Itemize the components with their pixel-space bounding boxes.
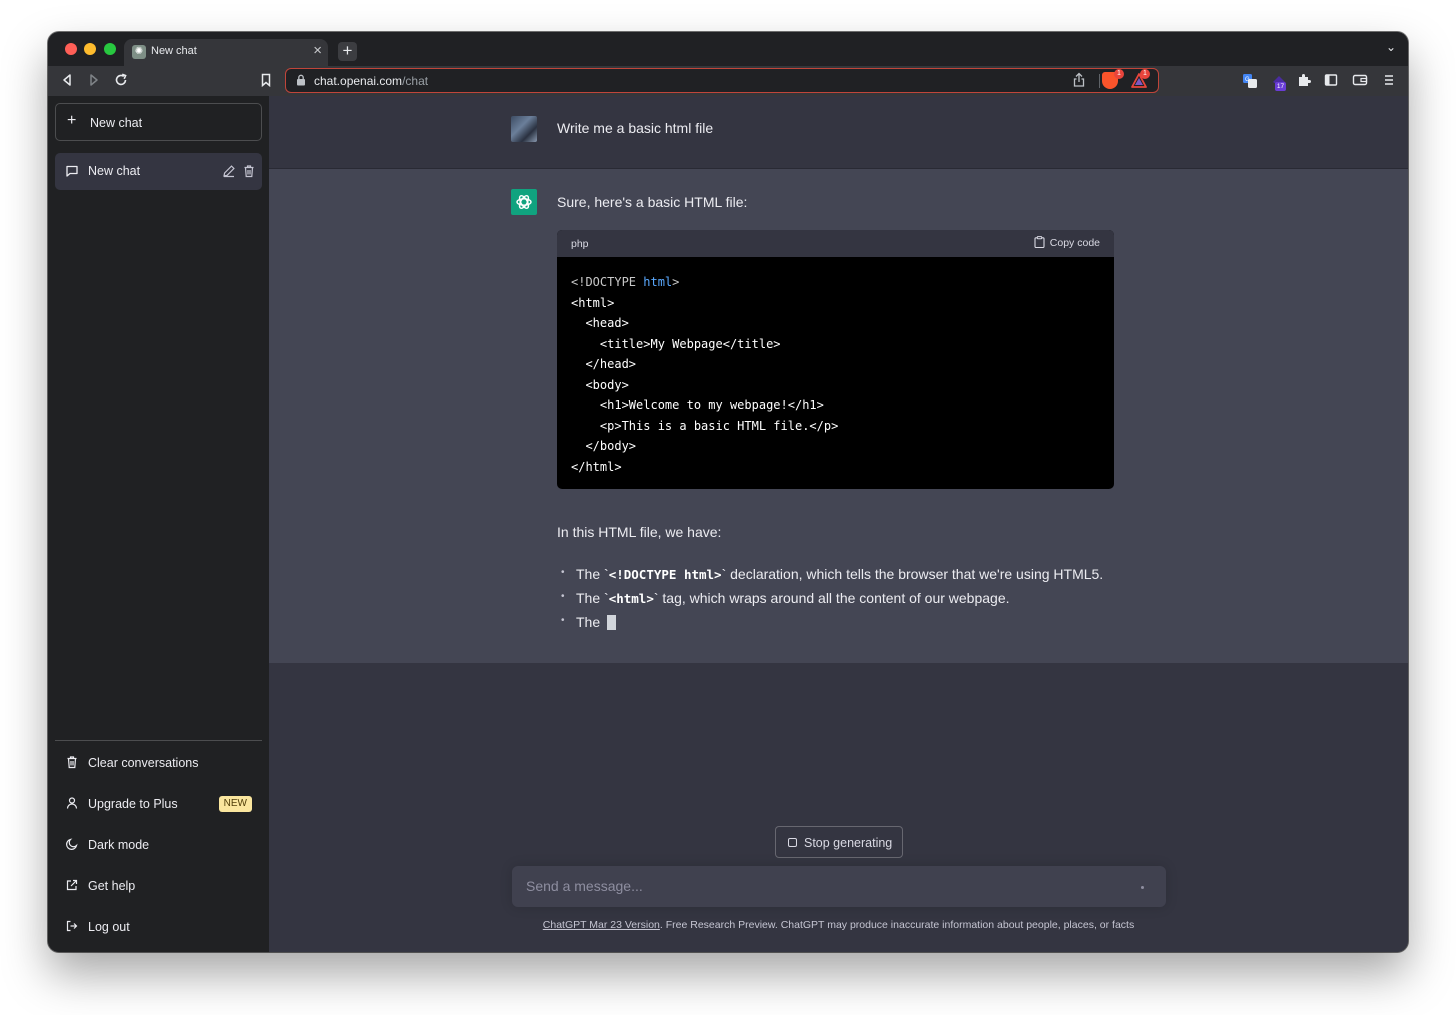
logout-icon [66,920,78,932]
footer-text: . Free Research Preview. ChatGPT may pro… [659,919,1135,931]
translate-extension-icon[interactable]: G [1241,72,1259,90]
get-help-label: Get help [88,879,136,893]
upgrade-to-plus-button[interactable]: Upgrade to Plus NEW [55,786,262,822]
sidebar: + New chat New chat Clear conversations … [48,96,269,952]
bookmark-icon[interactable] [257,72,275,90]
code-line: <!DOCTYPE html> [571,275,680,289]
dark-mode-button[interactable]: Dark mode [55,827,262,863]
code-line: </body> [571,439,637,453]
stop-square-icon [788,838,797,847]
copy-code-button[interactable]: Copy code [1034,236,1100,249]
clipboard-icon [1034,236,1045,249]
browser-toolbar: chat.openai.com/chat 1 1 G 17 [48,66,1408,96]
delete-trash-icon[interactable] [242,164,256,178]
list-item: The `<html>` tag, which wraps around all… [561,585,1103,610]
svg-text:G: G [1245,77,1250,83]
clear-conversations-button[interactable]: Clear conversations [55,745,262,781]
conversation-item[interactable]: New chat [55,153,262,190]
code-block: php Copy code <!DOCTYPE html> <html> <he… [557,230,1114,489]
assistant-message-row: Sure, here's a basic HTML file: php Copy… [269,169,1408,663]
conversation-title: New chat [88,164,141,178]
wallet-icon[interactable] [1351,72,1369,90]
tab-list-chevron-icon[interactable]: ⌄ [1386,40,1396,54]
tab-close-icon[interactable]: × [313,42,322,59]
browser-tab[interactable]: ✺ New chat × [124,39,328,66]
copy-code-label: Copy code [1049,237,1100,249]
list-item: The `<!DOCTYPE html>` declaration, which… [561,561,1103,586]
new-badge: NEW [218,796,252,812]
external-link-icon [66,879,78,891]
sidebar-divider [55,740,262,741]
reload-icon[interactable] [112,72,130,90]
extension-count-badge: 17 [1275,82,1286,91]
code-line: <h1>Welcome to my webpage!</h1> [571,398,824,412]
address-separator [1099,74,1100,88]
lock-icon [297,74,305,86]
extensions-puzzle-icon[interactable] [1295,72,1313,90]
sidebar-toggle-icon[interactable] [1322,72,1340,90]
code-line: </html> [571,459,622,474]
new-tab-button[interactable]: + [338,42,357,61]
close-window-button[interactable] [65,43,77,55]
shield-count-badge: 1 [1114,69,1124,79]
forward-icon[interactable] [85,72,103,90]
minimize-window-button[interactable] [84,43,96,55]
chat-main: Write me a basic html file Sure, here's … [269,96,1408,952]
assistant-intro-text: Sure, here's a basic HTML file: [557,194,748,210]
chat-bubble-icon [66,165,78,177]
dark-mode-label: Dark mode [88,838,150,852]
code-line: <head> [571,316,629,330]
openai-favicon-icon: ✺ [132,45,146,59]
bullet-list: The `<!DOCTYPE html>` declaration, which… [561,561,1103,634]
openai-logo-icon [511,189,537,215]
menu-icon[interactable] [1380,72,1398,90]
tab-strip: ✺ New chat × + ⌄ [48,32,1408,66]
url-text: chat.openai.com/chat [314,74,429,88]
new-chat-label: New chat [90,116,143,130]
edit-pencil-icon[interactable] [222,164,236,178]
trash-icon [67,756,77,769]
code-line: <p>This is a basic HTML file.</p> [571,418,839,433]
user-icon [66,797,78,809]
code-header: php Copy code [557,230,1114,257]
upgrade-to-plus-label: Upgrade to Plus [88,797,178,811]
send-icon[interactable] [1141,886,1144,889]
message-input[interactable] [526,875,1126,897]
code-line: </head> [571,357,637,371]
code-line: <html> [571,295,615,310]
typing-cursor [607,615,617,630]
user-message-row: Write me a basic html file [269,96,1408,169]
address-bar[interactable]: chat.openai.com/chat 1 1 [285,68,1159,93]
code-line: <body> [571,377,629,392]
user-message-text: Write me a basic html file [557,120,714,136]
footer-disclaimer: ChatGPT Mar 23 Version. Free Research Pr… [269,919,1408,931]
browser-window: ✺ New chat × + ⌄ chat.openai.com/chat 1 [48,32,1408,952]
tab-title: New chat [151,45,197,57]
moon-icon [66,838,78,850]
code-content: <!DOCTYPE html> <html> <head> <title>My … [571,272,838,477]
new-chat-button[interactable]: + New chat [55,103,262,141]
user-avatar [511,116,537,142]
share-icon[interactable] [1072,72,1086,88]
stop-generating-label: Stop generating [804,836,893,850]
code-language-label: php [571,238,589,250]
rewards-count-badge: 1 [1140,69,1150,79]
list-item: The [561,609,1103,634]
version-link[interactable]: ChatGPT Mar 23 Version [543,919,660,931]
zoom-window-button[interactable] [104,43,116,55]
plus-icon: + [67,112,77,129]
back-icon[interactable] [58,72,76,90]
log-out-button[interactable]: Log out [55,909,262,945]
code-line: <title>My Webpage</title> [571,336,781,351]
message-composer [512,866,1166,907]
stop-generating-button[interactable]: Stop generating [775,826,903,858]
explanation-text: In this HTML file, we have: [557,524,722,540]
clear-conversations-label: Clear conversations [88,756,199,770]
brave-shield-icon[interactable]: 1 [1102,69,1124,89]
get-help-button[interactable]: Get help [55,868,262,904]
log-out-label: Log out [88,920,130,934]
